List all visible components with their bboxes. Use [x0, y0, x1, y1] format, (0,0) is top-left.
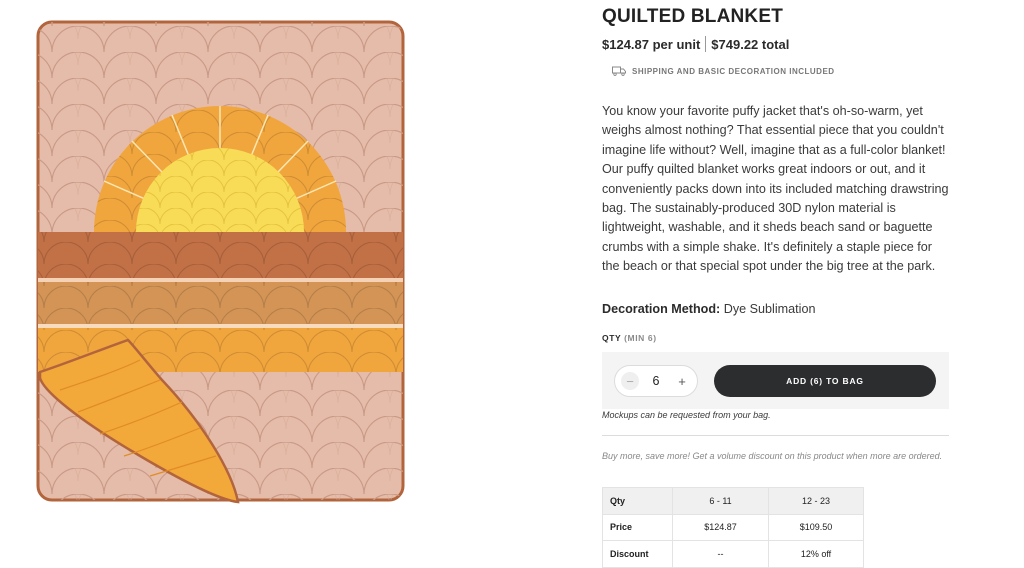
quilted-blanket-image [36, 20, 405, 504]
qty-label-text: QTY [602, 333, 622, 343]
row-header: Price [602, 513, 673, 541]
qty-min-text: (MIN 6) [624, 333, 657, 343]
add-to-bag-panel: − 6 + ADD (6) TO BAG [602, 352, 949, 409]
table-cell: 12 - 23 [768, 487, 864, 515]
product-title: QUILTED BLANKET [602, 6, 784, 27]
decoration-value: Dye Sublimation [723, 302, 816, 316]
decoration-label: Decoration Method: [602, 302, 721, 316]
mockup-note: Mockups can be requested from your bag. [602, 410, 771, 420]
table-cell: 12% off [768, 540, 864, 568]
volume-discount-note: Buy more, save more! Get a volume discou… [602, 451, 943, 461]
add-to-bag-button[interactable]: ADD (6) TO BAG [714, 365, 936, 397]
quantity-stepper: − 6 + [614, 365, 698, 397]
qty-input[interactable]: 6 [653, 374, 660, 388]
table-row: Discount -- 12% off [602, 540, 864, 568]
product-image-panel [0, 0, 560, 568]
shipping-text: SHIPPING AND BASIC DECORATION INCLUDED [632, 66, 835, 76]
qty-increment-button[interactable]: + [673, 372, 691, 390]
row-header: Qty [602, 487, 673, 515]
table-row: Qty 6 - 11 12 - 23 [602, 487, 864, 515]
table-cell: $124.87 [672, 513, 769, 541]
qty-decrement-button[interactable]: − [621, 372, 639, 390]
product-description: You know your favorite puffy jacket that… [602, 104, 949, 274]
decoration-method: Decoration Method: Dye Sublimation [602, 302, 815, 316]
truck-icon [612, 66, 626, 76]
volume-discount-table: Qty 6 - 11 12 - 23 Price $124.87 $109.50… [602, 487, 864, 568]
table-cell: -- [672, 540, 769, 568]
table-cell: $109.50 [768, 513, 864, 541]
table-row: Price $124.87 $109.50 [602, 513, 864, 541]
qty-label: QTY (MIN 6) [602, 333, 657, 343]
unit-price: $124.87 per unit [602, 36, 701, 52]
total-price: $749.22 total [711, 36, 790, 52]
price-divider [705, 36, 707, 52]
table-cell: 6 - 11 [672, 487, 769, 515]
divider [602, 435, 949, 436]
price-row: $124.87 per unit $749.22 total [602, 36, 789, 52]
row-header: Discount [602, 540, 673, 568]
shipping-note: SHIPPING AND BASIC DECORATION INCLUDED [612, 66, 835, 76]
